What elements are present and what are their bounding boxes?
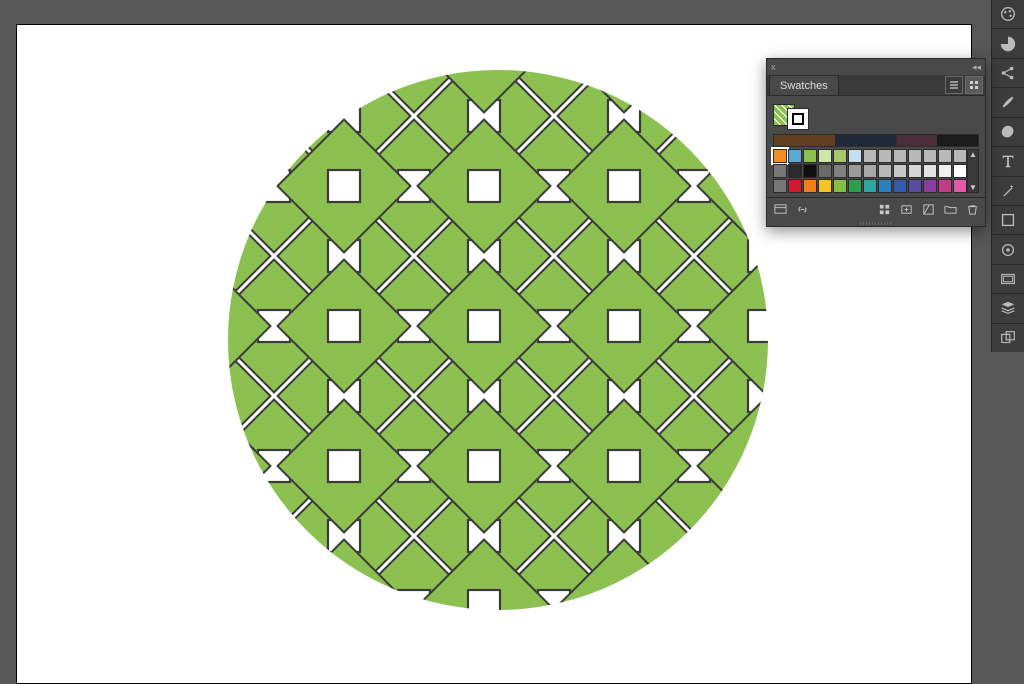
blob-icon[interactable]: [992, 118, 1024, 147]
pie-icon[interactable]: [992, 29, 1024, 58]
swatch-cell[interactable]: [848, 149, 862, 163]
swatch-cell[interactable]: [833, 164, 847, 178]
swatch-cell[interactable]: [923, 149, 937, 163]
close-icon[interactable]: x: [771, 62, 776, 72]
swatch-cell[interactable]: [923, 164, 937, 178]
panel-dock: [991, 0, 1024, 352]
swatch-cell[interactable]: [908, 164, 922, 178]
swatch-cell[interactable]: [773, 164, 787, 178]
gradient-swatch-strip[interactable]: [773, 134, 979, 147]
swatch-cell[interactable]: [908, 179, 922, 193]
pattern-fill: [228, 70, 768, 610]
swatch-cell[interactable]: [878, 179, 892, 193]
trash-icon[interactable]: [963, 201, 981, 217]
target-icon[interactable]: [992, 235, 1024, 264]
swatches-body: ▲ ▼: [767, 96, 985, 197]
swatch-cell[interactable]: [953, 149, 967, 163]
swatch-cell[interactable]: [788, 149, 802, 163]
swatch-cell[interactable]: [818, 149, 832, 163]
artboards-icon[interactable]: [992, 324, 1024, 352]
swatch-cell[interactable]: [893, 179, 907, 193]
share-icon[interactable]: [992, 59, 1024, 88]
new-swatch-icon[interactable]: [919, 201, 937, 217]
scroll-up-icon[interactable]: ▲: [969, 150, 977, 159]
swatch-cell[interactable]: [863, 149, 877, 163]
swatch-cell[interactable]: [938, 164, 952, 178]
swatch-cell[interactable]: [833, 179, 847, 193]
current-stroke-swatch[interactable]: [787, 108, 809, 130]
swatch-cell[interactable]: [818, 179, 832, 193]
new-group-icon[interactable]: [897, 201, 915, 217]
swatch-cell[interactable]: [788, 179, 802, 193]
swatch-cell[interactable]: [803, 149, 817, 163]
tab-swatches[interactable]: Swatches: [769, 75, 839, 95]
swatch-cell[interactable]: [773, 179, 787, 193]
swatch-cell[interactable]: [818, 164, 832, 178]
swatch-cell[interactable]: [878, 149, 892, 163]
swatch-cell[interactable]: [908, 149, 922, 163]
swatch-library-icon[interactable]: [771, 201, 789, 217]
swatch-cell[interactable]: [923, 179, 937, 193]
swatch-scrollbar[interactable]: ▲ ▼: [967, 149, 979, 193]
view-grid-button[interactable]: [965, 76, 983, 94]
swatch-options-icon[interactable]: [875, 201, 893, 217]
palette-icon[interactable]: [992, 0, 1024, 29]
layers-icon[interactable]: [992, 294, 1024, 323]
swatch-grid[interactable]: [773, 149, 967, 193]
swatch-cell[interactable]: [953, 179, 967, 193]
guides-icon[interactable]: [992, 265, 1024, 294]
collapse-icon[interactable]: ◂◂: [972, 62, 981, 73]
swatch-cell[interactable]: [848, 179, 862, 193]
swatch-cell[interactable]: [878, 164, 892, 178]
swatch-cell[interactable]: [893, 164, 907, 178]
scroll-down-icon[interactable]: ▼: [969, 183, 977, 192]
folder-icon[interactable]: [941, 201, 959, 217]
square-icon[interactable]: [992, 206, 1024, 235]
swatch-cell[interactable]: [863, 164, 877, 178]
type-icon[interactable]: [992, 147, 1024, 176]
swatch-cell[interactable]: [953, 164, 967, 178]
wand-icon[interactable]: [992, 177, 1024, 206]
swatch-cell[interactable]: [938, 179, 952, 193]
swatch-cell[interactable]: [938, 149, 952, 163]
swatches-footer: [767, 197, 985, 220]
swatch-cell[interactable]: [803, 179, 817, 193]
circle-shape[interactable]: [228, 70, 768, 610]
brush-icon[interactable]: [992, 88, 1024, 117]
panel-titlebar[interactable]: x ◂◂: [767, 59, 985, 75]
swatch-cell[interactable]: [863, 179, 877, 193]
swatches-panel[interactable]: x ◂◂ Swatches ▲ ▼: [766, 58, 986, 227]
panel-tabs: Swatches: [767, 75, 985, 96]
swatch-cell[interactable]: [788, 164, 802, 178]
swatch-cell[interactable]: [848, 164, 862, 178]
view-list-button[interactable]: [945, 76, 963, 94]
swatch-cell[interactable]: [833, 149, 847, 163]
swatch-cell[interactable]: [803, 164, 817, 178]
swatch-cell[interactable]: [893, 149, 907, 163]
current-fill-stroke[interactable]: [773, 100, 979, 130]
link-swatch-icon[interactable]: [793, 201, 811, 217]
swatch-cell[interactable]: [773, 149, 787, 163]
resize-grip[interactable]: [767, 220, 985, 226]
